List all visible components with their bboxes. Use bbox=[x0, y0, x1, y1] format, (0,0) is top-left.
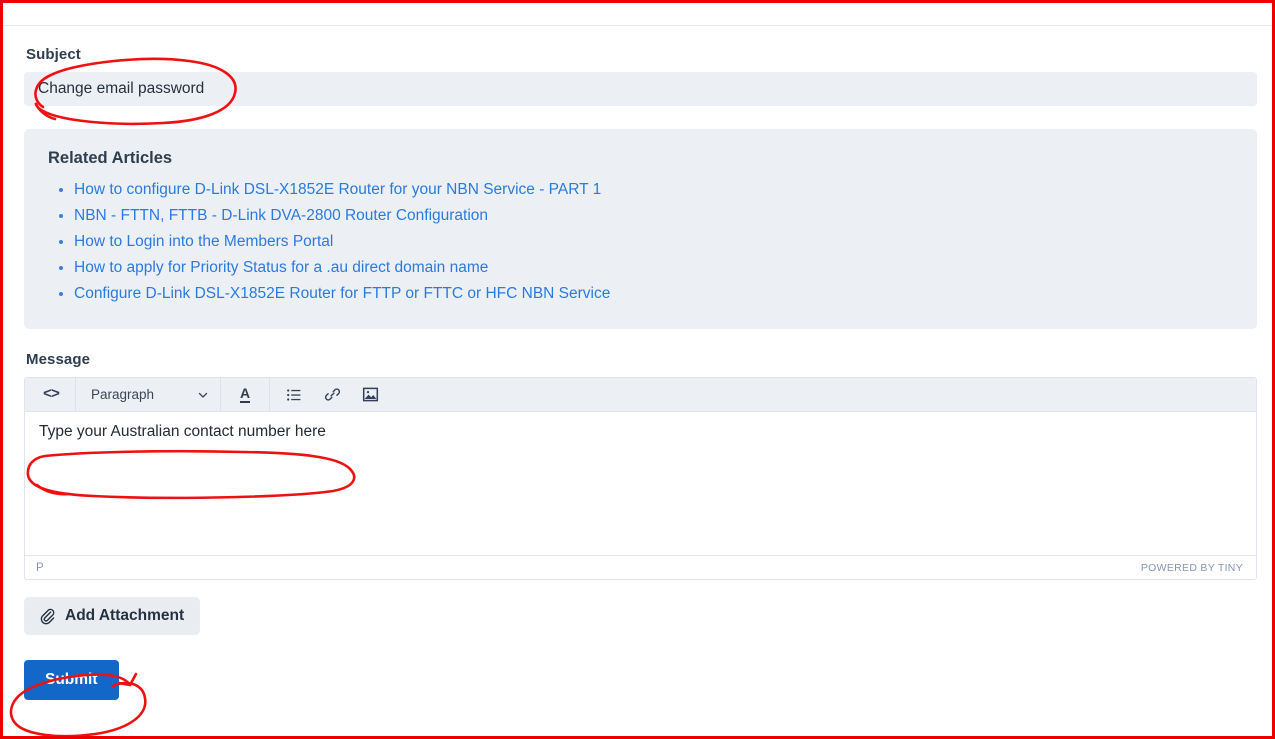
format-select[interactable]: Paragraph bbox=[81, 382, 215, 408]
bullet-list-icon[interactable] bbox=[275, 382, 313, 408]
editor-toolbar: <> Paragraph A bbox=[25, 378, 1256, 412]
image-icon[interactable] bbox=[351, 382, 389, 408]
toolbar-group-source: <> bbox=[27, 378, 76, 411]
message-body-text: Type your Australian contact number here bbox=[39, 423, 326, 440]
toolbar-group-format: Paragraph bbox=[76, 378, 221, 411]
related-article-link[interactable]: How to configure D-Link DSL-X1852E Route… bbox=[74, 181, 601, 198]
list-item[interactable]: How to apply for Priority Status for a .… bbox=[74, 255, 1233, 281]
related-article-link[interactable]: How to Login into the Members Portal bbox=[74, 233, 333, 250]
submit-label: Submit bbox=[45, 671, 98, 688]
subject-input-value: Change email password bbox=[38, 80, 205, 97]
related-articles-list: How to configure D-Link DSL-X1852E Route… bbox=[48, 177, 1233, 307]
link-icon[interactable] bbox=[313, 382, 351, 408]
message-label: Message bbox=[26, 351, 91, 368]
list-item[interactable]: How to Login into the Members Portal bbox=[74, 229, 1233, 255]
list-item[interactable]: Configure D-Link DSL-X1852E Router for F… bbox=[74, 281, 1233, 307]
rich-text-editor: <> Paragraph A Type your Australian cont… bbox=[24, 377, 1257, 580]
format-select-value: Paragraph bbox=[91, 387, 155, 402]
form-actions: Add Attachment Submit bbox=[24, 597, 1254, 700]
editor-branding[interactable]: POWERED BY TINY bbox=[1141, 562, 1243, 574]
list-item[interactable]: NBN - FTTN, FTTB - D-Link DVA-2800 Route… bbox=[74, 203, 1233, 229]
ticket-form: Subject Change email password Related Ar… bbox=[3, 26, 1272, 736]
editor-status-bar: P POWERED BY TINY bbox=[25, 555, 1256, 579]
chevron-down-icon bbox=[197, 389, 209, 401]
add-attachment-label: Add Attachment bbox=[65, 607, 185, 624]
message-body[interactable]: Type your Australian contact number here bbox=[25, 412, 1256, 555]
submit-button[interactable]: Submit bbox=[24, 660, 119, 700]
list-item[interactable]: How to configure D-Link DSL-X1852E Route… bbox=[74, 177, 1233, 203]
related-articles-panel: Related Articles How to configure D-Link… bbox=[24, 129, 1257, 329]
screenshot-frame: Subject Change email password Related Ar… bbox=[0, 0, 1275, 739]
related-article-link[interactable]: Configure D-Link DSL-X1852E Router for F… bbox=[74, 285, 610, 302]
source-code-icon[interactable]: <> bbox=[32, 382, 70, 408]
toolbar-group-insert bbox=[270, 378, 394, 411]
text-color-letter: A bbox=[239, 384, 251, 403]
element-path[interactable]: P bbox=[36, 562, 44, 574]
subject-input[interactable]: Change email password bbox=[24, 72, 1257, 106]
toolbar-group-color: A bbox=[221, 378, 270, 411]
related-articles-title: Related Articles bbox=[48, 149, 173, 167]
add-attachment-button[interactable]: Add Attachment bbox=[24, 597, 201, 635]
paperclip-icon bbox=[38, 607, 56, 625]
related-article-link[interactable]: NBN - FTTN, FTTB - D-Link DVA-2800 Route… bbox=[74, 207, 488, 224]
related-article-link[interactable]: How to apply for Priority Status for a .… bbox=[74, 259, 488, 276]
text-color-icon[interactable]: A bbox=[226, 382, 264, 408]
subject-label: Subject bbox=[26, 46, 81, 63]
